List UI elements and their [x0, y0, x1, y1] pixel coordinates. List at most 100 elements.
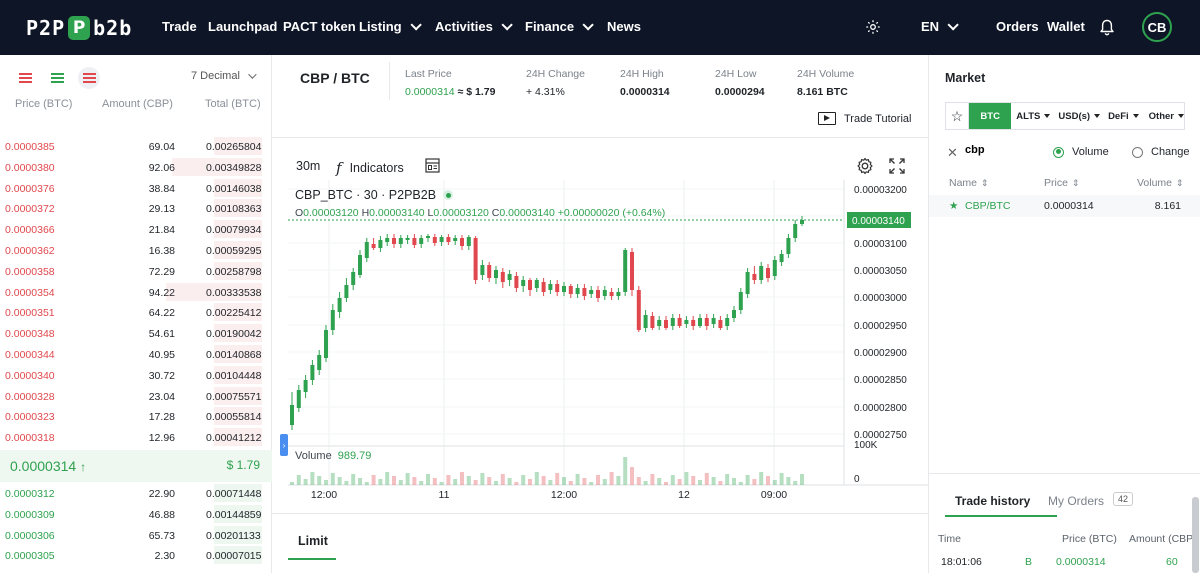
market-search-input[interactable]	[965, 144, 1045, 156]
favorites-star-icon[interactable]: ☆	[946, 103, 970, 129]
volume-axis-label: 0	[854, 474, 860, 485]
candle-body	[800, 220, 804, 224]
nav-listing[interactable]: Listing	[359, 18, 422, 34]
indicators-button[interactable]: f Indicators	[336, 159, 404, 177]
book-both-icon[interactable]	[14, 67, 36, 89]
ohlc-legend: O0.00003120 H0.00003140 L0.00003120 C0.0…	[295, 207, 666, 219]
row-amount: 2.30	[154, 550, 175, 563]
row-total: 0.00265804	[206, 141, 262, 153]
ask-row[interactable]: 0.0000340 30.72 0.00104448	[0, 365, 272, 386]
chevron-down-icon	[501, 18, 513, 31]
market-row[interactable]: ★ CBP/BTC 0.0000314 8.161	[929, 195, 1200, 217]
col-price[interactable]: Price	[1044, 177, 1079, 189]
row-price: 0.0000358	[5, 265, 55, 278]
volume-bar	[616, 476, 621, 485]
ask-row[interactable]: 0.0000376 38.84 0.00146038	[0, 178, 272, 199]
ask-row[interactable]: 0.0000372 29.13 0.00108363	[0, 198, 272, 219]
bid-row[interactable]: 0.0000309 46.88 0.00144859	[0, 504, 272, 525]
tab-alts[interactable]: ALTS	[1016, 111, 1050, 122]
clear-search-icon[interactable]: ✕	[947, 145, 958, 161]
ask-row[interactable]: 0.0000348 54.61 0.00190042	[0, 323, 272, 344]
row-price: 0.0000366	[5, 224, 55, 237]
ticker-last-price: 0.0000314	[405, 86, 455, 98]
decimal-selector[interactable]: 7 Decimal	[191, 70, 257, 82]
bid-row[interactable]: 0.0000306 65.73 0.00201133	[0, 525, 272, 546]
templates-icon[interactable]	[425, 158, 440, 173]
trade-tutorial-button[interactable]: Trade Tutorial	[818, 112, 911, 125]
theme-toggle-icon[interactable]	[866, 20, 880, 34]
price-axis-label: 0.00002900	[854, 348, 907, 359]
nav-activities[interactable]: Activities	[435, 18, 513, 34]
bid-row[interactable]: 0.0000312 22.90 0.00071448	[0, 483, 272, 504]
scrollbar[interactable]	[1192, 497, 1199, 573]
row-amount: 23.04	[148, 390, 175, 403]
settings-gear-icon[interactable]	[856, 157, 874, 175]
col-amount-cbp: Amount (CBP)	[1129, 533, 1197, 545]
volume-bar	[738, 482, 743, 485]
candle-body	[670, 318, 675, 326]
volume-bar	[290, 482, 294, 485]
volume-bar	[636, 477, 641, 485]
ask-row[interactable]: 0.0000385 69.04 0.00265804	[0, 136, 272, 157]
tab-btc[interactable]: BTC	[969, 103, 1012, 129]
tab-my-orders[interactable]: My Orders	[1048, 494, 1104, 508]
candle-body	[602, 290, 607, 296]
language-selector[interactable]: EN	[921, 18, 959, 34]
logo[interactable]: P2P P b2b	[26, 15, 132, 41]
volume-bar	[759, 472, 764, 485]
ask-row[interactable]: 0.0000362 16.38 0.00059295	[0, 240, 272, 261]
volume-bar	[711, 477, 716, 485]
tab-other[interactable]: Other	[1149, 111, 1184, 122]
sort-volume-radio[interactable]: Volume	[1053, 146, 1109, 158]
ask-row[interactable]: 0.0000358 72.29 0.00258798	[0, 261, 272, 282]
volume-bar	[609, 472, 614, 485]
tab-trade-history[interactable]: Trade history	[955, 494, 1030, 508]
volume-bar	[460, 472, 464, 485]
ask-row[interactable]: 0.0000354 94.22 0.00333538	[0, 282, 272, 303]
ticker-volume: 8.161 BTC	[797, 86, 848, 98]
tab-usd[interactable]: USD(s)	[1058, 111, 1100, 122]
sort-change-radio[interactable]: Change	[1132, 146, 1190, 158]
nav-orders[interactable]: Orders	[996, 19, 1039, 34]
candle-body	[725, 318, 730, 326]
tab-limit[interactable]: Limit	[298, 534, 328, 548]
price-header: Price (BTC)	[15, 98, 73, 110]
trade-side: B	[1025, 556, 1033, 568]
ask-row[interactable]: 0.0000328 23.04 0.00075571	[0, 386, 272, 407]
candle-body	[344, 285, 349, 298]
candle-body	[779, 254, 784, 262]
book-asks-icon[interactable]	[78, 67, 100, 89]
volume-bar	[575, 474, 580, 485]
nav-news[interactable]: News	[607, 19, 641, 34]
volume-bar	[664, 482, 668, 485]
collapse-panel-button[interactable]: ›	[280, 434, 288, 456]
col-name[interactable]: Name	[949, 177, 989, 189]
nav-wallet[interactable]: Wallet	[1047, 19, 1085, 34]
star-filled-icon[interactable]: ★	[949, 200, 958, 212]
nav-launchpad[interactable]: Launchpad	[208, 19, 277, 34]
row-total: 0.00258798	[206, 265, 262, 278]
ask-row[interactable]: 0.0000380 92.06 0.00349828	[0, 157, 272, 178]
col-volume[interactable]: Volume	[1137, 177, 1184, 189]
avatar[interactable]: CB	[1142, 12, 1172, 42]
bid-row[interactable]: 0.0000305 2.30 0.00007015	[0, 545, 272, 566]
candle-body	[528, 280, 532, 290]
trade-amount: 60	[1166, 556, 1178, 568]
fullscreen-icon[interactable]	[889, 158, 905, 174]
nav-finance[interactable]: Finance	[525, 18, 594, 34]
book-bids-icon[interactable]	[46, 67, 68, 89]
candle-body	[711, 318, 716, 324]
ask-row[interactable]: 0.0000318 12.96 0.00041212	[0, 427, 272, 448]
ask-row[interactable]: 0.0000351 64.22 0.00225412	[0, 302, 272, 323]
row-total: 0.00071448	[206, 488, 262, 500]
volume-bar	[398, 480, 403, 485]
nav-trade[interactable]: Trade	[162, 19, 197, 34]
ask-row[interactable]: 0.0000344 40.95 0.00140868	[0, 344, 272, 365]
ask-row[interactable]: 0.0000323 17.28 0.00055814	[0, 406, 272, 427]
nav-pact-token[interactable]: PACT token	[283, 19, 356, 34]
bell-icon[interactable]	[1099, 19, 1115, 36]
interval-button[interactable]: 30m	[296, 159, 320, 173]
tab-defi[interactable]: DeFi	[1108, 111, 1139, 122]
ask-row[interactable]: 0.0000366 21.84 0.00079934	[0, 219, 272, 240]
row-price: 0.0000318	[5, 432, 55, 445]
